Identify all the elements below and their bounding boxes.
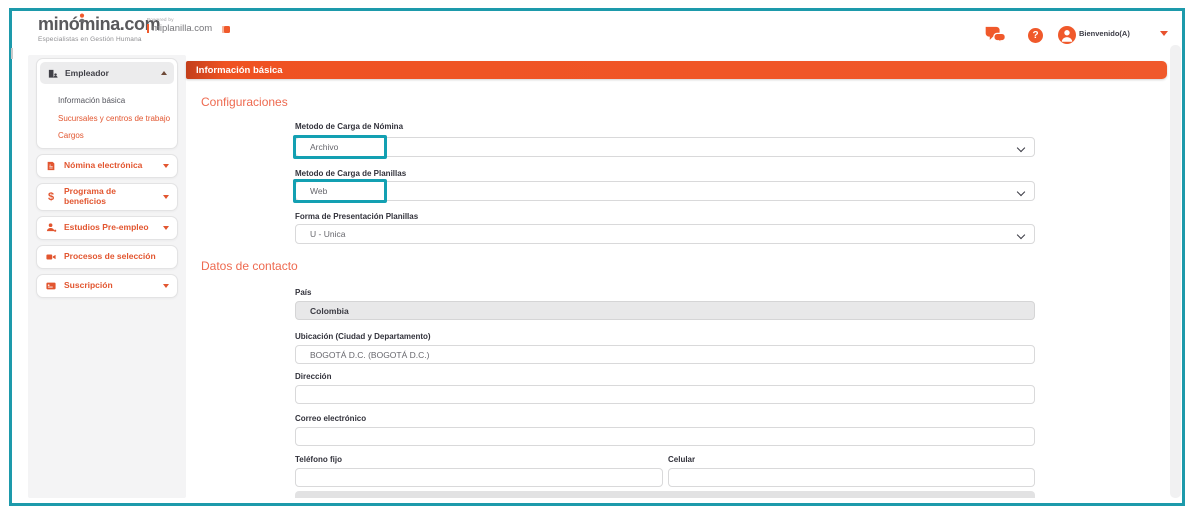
partner-accent-bar [147, 24, 149, 33]
brand-name: minómina.com [38, 14, 160, 35]
chat-icon[interactable] [984, 26, 1007, 49]
sidebar-item-suscripcion[interactable]: Suscripción [36, 274, 178, 298]
field-label-correo: Correo electrónico [295, 414, 366, 423]
sidebar-item-programa-beneficios[interactable]: $ Programa de beneficios [36, 183, 178, 211]
powered-by-label: Powered by [147, 17, 212, 22]
building-person-icon [47, 68, 59, 79]
left-scrollbar-fragment [11, 48, 13, 59]
chevron-down-icon [163, 195, 169, 199]
dollar-icon: $ [45, 191, 57, 203]
chevron-down-icon [163, 284, 169, 288]
chevron-down-icon [1017, 231, 1025, 239]
select-metodo-carga-planillas[interactable]: Web [295, 181, 1035, 201]
section-heading-datos-contacto: Datos de contacto [201, 259, 298, 273]
sidebar-item-empleador[interactable]: Empleador [40, 62, 174, 84]
chevron-down-icon [1017, 144, 1025, 152]
clipped-next-field [295, 491, 1035, 498]
sidebar-item-estudios-pre-empleo[interactable]: Estudios Pre-empleo [36, 216, 178, 240]
chevron-down-icon [163, 226, 169, 230]
logo-person-icon [78, 10, 86, 28]
input-ubicacion[interactable]: BOGOTÁ D.C. (BOGOTÁ D.C.) [295, 345, 1035, 364]
page-title: Información básica [186, 65, 283, 76]
field-label-forma-presentacion: Forma de Presentación Planillas [295, 212, 418, 221]
page-title-bar: Información básica [186, 61, 1167, 79]
sidebar-item-nomina-electronica[interactable]: Nómina electrónica [36, 154, 178, 178]
select-metodo-carga-nomina[interactable]: Archivo [295, 137, 1035, 157]
help-icon[interactable]: ? [1028, 28, 1043, 43]
sidebar-subitem-sucursales[interactable]: Sucursales y centros de trabajo [58, 114, 171, 124]
welcome-text: Bienvenido(A) [1079, 29, 1130, 38]
sidebar-group-empleador: Empleador Información básica Sucursales … [36, 58, 178, 149]
input-celular[interactable] [668, 468, 1035, 487]
field-label-direccion: Dirección [295, 372, 331, 381]
invoice-icon [45, 160, 57, 172]
person-icon [45, 222, 57, 233]
chevron-up-icon [161, 71, 167, 75]
sidebar: Empleador Información básica Sucursales … [28, 55, 186, 498]
avatar-icon[interactable] [1058, 26, 1076, 49]
user-menu-caret-icon[interactable] [1160, 31, 1168, 36]
sidebar-item-procesos-seleccion[interactable]: Procesos de selección [36, 245, 178, 269]
video-camera-icon [45, 252, 57, 262]
menu-toggle-icon[interactable] [222, 26, 230, 33]
sidebar-subitem-cargos[interactable]: Cargos [58, 131, 171, 141]
chevron-down-icon [163, 164, 169, 168]
field-label-celular: Celular [668, 455, 695, 464]
select-forma-presentacion[interactable]: U - Unica [295, 224, 1035, 244]
partner-name: miplanilla.com [152, 23, 212, 34]
brand-tagline: Especialistas en Gestión Humana [38, 36, 160, 43]
field-label-ubicacion: Ubicación (Ciudad y Departamento) [295, 332, 431, 341]
sidebar-subitem-informacion-basica[interactable]: Información básica [58, 96, 171, 106]
field-label-telefono-fijo: Teléfono fijo [295, 455, 342, 464]
partner-brand[interactable]: Powered by miplanilla.com [147, 17, 212, 34]
chevron-down-icon [1017, 188, 1025, 196]
content-scrollbar[interactable] [1170, 45, 1181, 498]
brand-logo[interactable]: minómina.com Especialistas en Gestión Hu… [38, 14, 160, 43]
section-heading-configuraciones: Configuraciones [201, 95, 288, 109]
input-correo[interactable] [295, 427, 1035, 446]
id-card-icon [45, 281, 57, 291]
sidebar-item-label: Empleador [65, 68, 109, 78]
input-pais: Colombia [295, 301, 1035, 320]
input-direccion[interactable] [295, 385, 1035, 404]
field-label-metodo-nomina: Metodo de Carga de Nómina [295, 122, 403, 131]
input-telefono-fijo[interactable] [295, 468, 663, 487]
field-label-metodo-planillas: Metodo de Carga de Planillas [295, 169, 406, 178]
field-label-pais: País [295, 288, 311, 297]
